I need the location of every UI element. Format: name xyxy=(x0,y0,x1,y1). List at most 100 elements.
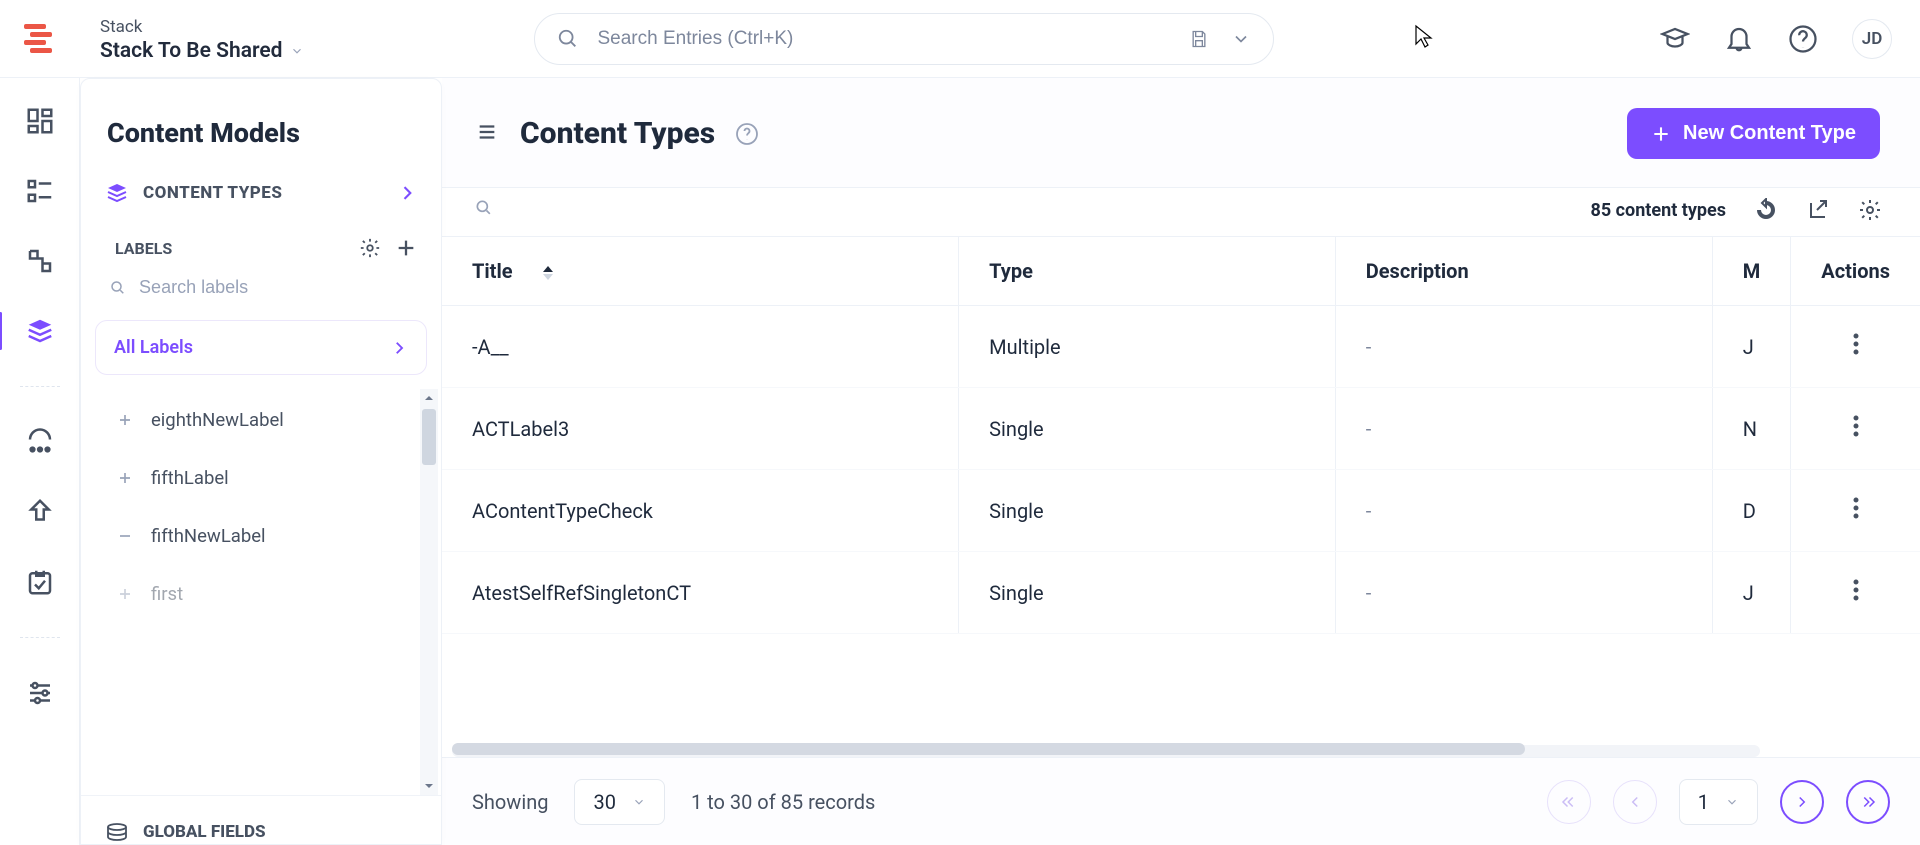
rail-settings[interactable] xyxy=(25,678,55,708)
pager-first[interactable] xyxy=(1547,780,1591,824)
label-search-input[interactable] xyxy=(139,277,417,298)
table-row[interactable]: ACTLabel3Single-N xyxy=(442,388,1920,470)
label-search[interactable] xyxy=(81,267,441,314)
rail-assets[interactable] xyxy=(25,246,55,276)
global-search[interactable] xyxy=(534,13,1274,65)
stack-label: Stack xyxy=(100,17,304,37)
chevron-right-icon xyxy=(397,183,417,203)
bell-icon[interactable] xyxy=(1724,24,1754,54)
plus-icon xyxy=(115,468,135,488)
table-row[interactable]: AContentTypeCheckSingle-D xyxy=(442,470,1920,552)
sidebar: Content Models CONTENT TYPES LABELS All … xyxy=(80,78,442,845)
gear-icon[interactable] xyxy=(1858,198,1882,222)
cell-title: AContentTypeCheck xyxy=(442,470,959,552)
horizontal-scrollbar[interactable] xyxy=(452,743,1760,757)
table-row[interactable]: -A__Multiple-J xyxy=(442,306,1920,388)
globe-stack-icon xyxy=(105,820,129,844)
page-title: Content Types xyxy=(520,116,715,151)
scroll-thumb[interactable] xyxy=(422,409,436,465)
rail-entries[interactable] xyxy=(25,176,55,206)
cell-modified: J xyxy=(1712,552,1791,634)
row-actions-menu[interactable] xyxy=(1852,337,1860,361)
main: Content Types New Content Type 85 conten… xyxy=(442,78,1920,845)
help-icon[interactable] xyxy=(735,122,759,146)
label-item[interactable]: eighthNewLabel xyxy=(105,391,441,449)
table-footer: Showing 30 1 to 30 of 85 records 1 xyxy=(442,757,1920,845)
sort-icon[interactable] xyxy=(542,265,554,281)
all-labels-text: All Labels xyxy=(114,337,193,358)
cell-modified: J xyxy=(1712,306,1791,388)
section-ct-label: CONTENT TYPES xyxy=(143,183,282,203)
save-icon[interactable] xyxy=(1189,29,1209,49)
scroll-down-icon[interactable] xyxy=(420,777,438,795)
rail-tasks[interactable] xyxy=(25,567,55,597)
sidebar-scrollbar[interactable] xyxy=(420,389,438,795)
plus-icon[interactable] xyxy=(395,237,417,259)
scroll-up-icon[interactable] xyxy=(420,389,438,407)
chevron-down-icon[interactable] xyxy=(1231,29,1251,49)
cursor-icon xyxy=(1412,24,1436,52)
list-view-toggle[interactable] xyxy=(474,121,500,147)
rail-publish[interactable] xyxy=(25,497,55,527)
cell-type: Single xyxy=(959,470,1336,552)
row-actions-menu[interactable] xyxy=(1852,501,1860,525)
stack-selector[interactable]: Stack To Be Shared xyxy=(100,39,304,63)
labels-head-text: LABELS xyxy=(115,239,172,258)
pager-last[interactable] xyxy=(1846,780,1890,824)
col-type[interactable]: Type xyxy=(959,237,1336,306)
rail-releases[interactable] xyxy=(25,427,55,457)
col-description[interactable]: Description xyxy=(1335,237,1712,306)
all-labels[interactable]: All Labels xyxy=(95,320,427,375)
row-actions-menu[interactable] xyxy=(1852,583,1860,607)
plus-icon xyxy=(115,584,135,604)
pager-next[interactable] xyxy=(1780,780,1824,824)
labels-header: LABELS xyxy=(81,223,441,267)
row-actions-menu[interactable] xyxy=(1852,419,1860,443)
stack-icon xyxy=(105,181,129,205)
label-item[interactable]: fifthLabel xyxy=(105,449,441,507)
new-content-type-button[interactable]: New Content Type xyxy=(1627,108,1880,159)
page-size-select[interactable]: 30 xyxy=(574,779,664,825)
cell-type: Single xyxy=(959,388,1336,470)
contentstack-logo-icon xyxy=(20,18,62,60)
section-content-types[interactable]: CONTENT TYPES xyxy=(81,167,441,223)
label-item[interactable]: fifthNewLabel xyxy=(105,507,441,565)
cell-modified: N xyxy=(1712,388,1791,470)
table-row[interactable]: AtestSelfRefSingletonCTSingle-J xyxy=(442,552,1920,634)
import-icon[interactable] xyxy=(1806,198,1830,222)
app-logo[interactable] xyxy=(0,18,100,60)
cell-modified: D xyxy=(1712,470,1791,552)
content-type-table: Title Type Description M Actions -A__Mul… xyxy=(442,237,1920,757)
new-btn-label: New Content Type xyxy=(1683,122,1856,145)
table-search-toggle[interactable] xyxy=(474,198,494,222)
search-icon xyxy=(557,28,579,50)
h-scroll-thumb[interactable] xyxy=(452,743,1525,755)
help-icon[interactable] xyxy=(1788,24,1818,54)
cell-type: Single xyxy=(959,552,1336,634)
chevron-down-icon xyxy=(1725,795,1739,809)
plus-icon xyxy=(115,410,135,430)
col-title[interactable]: Title xyxy=(442,237,959,306)
refresh-icon[interactable] xyxy=(1754,198,1778,222)
page-number-select[interactable]: 1 xyxy=(1679,779,1758,825)
cell-title: -A__ xyxy=(442,306,959,388)
rail-content-models[interactable] xyxy=(25,316,55,346)
col-actions: Actions xyxy=(1791,237,1920,306)
cell-desc: - xyxy=(1335,552,1712,634)
section-global-fields[interactable]: GLOBAL FIELDS xyxy=(81,795,441,844)
user-avatar[interactable]: JD xyxy=(1852,19,1892,59)
cell-type: Multiple xyxy=(959,306,1336,388)
learn-icon[interactable] xyxy=(1660,24,1690,54)
search-icon xyxy=(474,198,494,218)
showing-label: Showing xyxy=(472,790,548,814)
gear-icon[interactable] xyxy=(359,237,381,259)
plus-icon xyxy=(1651,124,1671,144)
col-modified[interactable]: M xyxy=(1712,237,1791,306)
label-item[interactable]: first xyxy=(105,565,441,623)
cell-desc: - xyxy=(1335,388,1712,470)
global-search-input[interactable] xyxy=(597,28,1171,50)
global-fields-label: GLOBAL FIELDS xyxy=(143,822,266,842)
rail-dashboard[interactable] xyxy=(25,106,55,136)
pager-prev[interactable] xyxy=(1613,780,1657,824)
top-bar: Stack Stack To Be Shared JD xyxy=(0,0,1920,78)
